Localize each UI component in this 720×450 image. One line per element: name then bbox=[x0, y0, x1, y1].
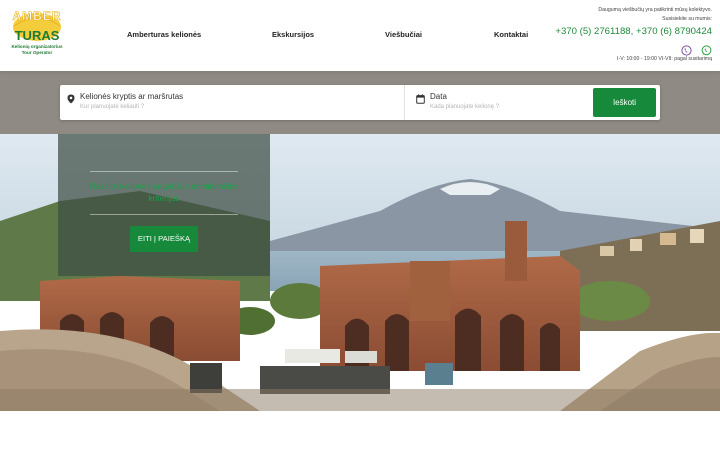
contact-phones[interactable]: +370 (5) 2761188, +370 (6) 8790424 bbox=[492, 25, 712, 38]
destination-label: Kelionės kryptis ar maršrutas bbox=[80, 92, 184, 101]
destination-placeholder: Kur planuojate keliauti ? bbox=[80, 104, 145, 110]
whatsapp-icon[interactable] bbox=[701, 43, 712, 56]
logo-tagline-2: Tour Operator bbox=[21, 50, 53, 55]
page: AMBER TURAS Kelionių organizatorius Tour… bbox=[0, 0, 720, 450]
calendar-icon bbox=[416, 91, 425, 104]
contact-call-to-action: Susisiekite su mumis: bbox=[662, 16, 712, 22]
map-pin-icon bbox=[67, 91, 75, 104]
logo-mark: AMBER TURAS bbox=[12, 9, 62, 43]
panel-divider-top bbox=[90, 171, 238, 172]
logo-tagline-1: Kelionių organizatorius bbox=[11, 44, 63, 49]
date-placeholder: Kada planuojate kelionę ? bbox=[430, 104, 500, 110]
panel-divider-bottom bbox=[90, 214, 238, 215]
site-header: AMBER TURAS Kelionių organizatorius Tour… bbox=[0, 0, 720, 71]
hero-text: Raskite kelionės pagal Jūs dominančius k… bbox=[89, 181, 239, 203]
page-below-hero bbox=[0, 411, 720, 450]
date-field[interactable]: Data Kada planuojate kelionę ? bbox=[407, 85, 592, 120]
logo-amber-text: AMBER bbox=[13, 9, 62, 23]
contact-block: Daugumą viešbučių yra patikrinti mūsų ko… bbox=[492, 6, 712, 63]
contact-note: Daugumą viešbučių yra patikrinti mūsų ko… bbox=[598, 7, 712, 13]
nav-item-viesbuciai[interactable]: Viešbučiai bbox=[385, 30, 422, 39]
destination-field[interactable]: Kelionės kryptis ar maršrutas Kur planuo… bbox=[60, 85, 405, 120]
messenger-icons bbox=[492, 40, 712, 56]
nav-item-amberturas-keliones[interactable]: Amberturas kelionės bbox=[127, 30, 201, 39]
viber-icon[interactable] bbox=[680, 43, 692, 56]
nav-item-ekskursijos[interactable]: Ekskursijos bbox=[272, 30, 314, 39]
go-to-search-button[interactable]: EITI Į PAIEŠKĄ bbox=[130, 226, 198, 252]
search-bar: Kelionės kryptis ar maršrutas Kur planuo… bbox=[60, 85, 660, 120]
working-hours: I-V: 10:00 - 19:00 VI-VII: pagal susitar… bbox=[617, 56, 712, 62]
logo[interactable]: AMBER TURAS Kelionių organizatorius Tour… bbox=[6, 4, 68, 60]
date-label: Data bbox=[430, 92, 447, 101]
search-button[interactable]: Ieškoti bbox=[593, 88, 656, 117]
hero-panel: Raskite kelionės pagal Jūs dominančius k… bbox=[58, 134, 270, 276]
logo-turas-text: TURAS bbox=[15, 28, 60, 43]
